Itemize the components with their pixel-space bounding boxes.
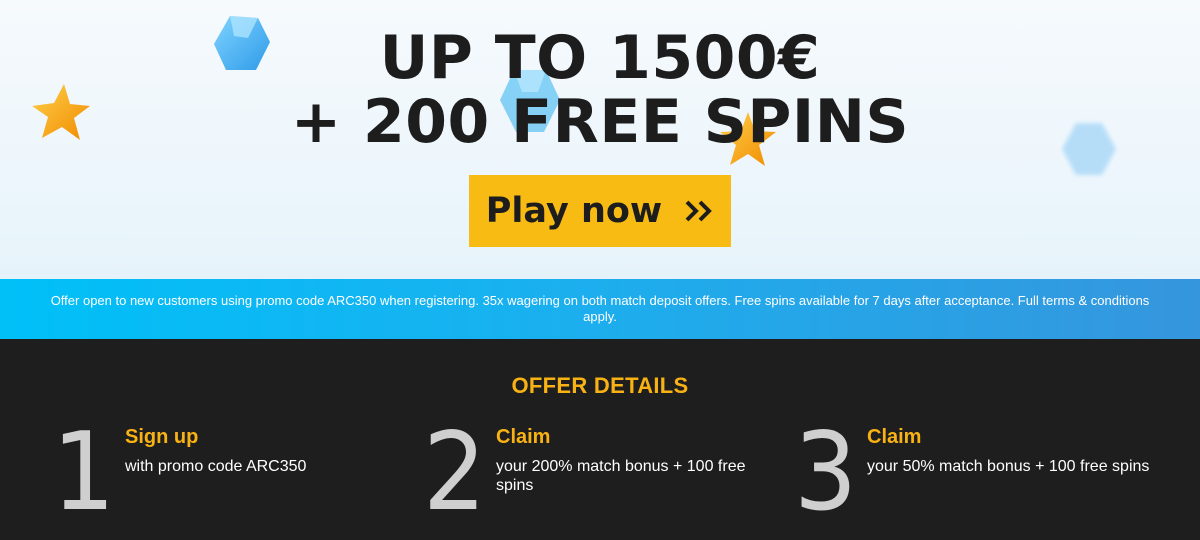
terms-text: Offer open to new customers using promo …	[50, 293, 1150, 324]
step-description: your 200% match bonus + 100 free spins	[496, 458, 746, 494]
offer-details-section: OFFER DETAILS 1 Sign up with promo code …	[0, 339, 1200, 540]
play-now-label: Play now	[485, 191, 663, 231]
play-now-button[interactable]: Play now	[469, 175, 731, 247]
step-number: 1	[52, 410, 116, 535]
step-title: Sign up	[125, 426, 199, 448]
promo-headline: UP TO 1500€ + 200 FREE SPINS	[0, 26, 1200, 154]
step-number: 3	[794, 410, 858, 535]
headline-line-2: + 200 FREE SPINS	[290, 87, 910, 157]
headline-line-1: UP TO 1500€	[379, 23, 821, 93]
double-chevron-right-icon	[685, 200, 713, 222]
step-number: 2	[423, 410, 487, 535]
step-description: your 50% match bonus + 100 free spins	[867, 458, 1150, 475]
offer-step: 1 Sign up with promo code ARC350	[52, 419, 412, 539]
offer-step: 2 Claim your 200% match bonus + 100 free…	[423, 419, 783, 539]
offer-step: 3 Claim your 50% match bonus + 100 free …	[794, 419, 1154, 539]
offer-details-title: OFFER DETAILS	[511, 373, 689, 398]
step-title: Claim	[496, 426, 551, 448]
step-title: Claim	[867, 426, 922, 448]
step-description: with promo code ARC350	[125, 458, 307, 475]
hero-banner: UP TO 1500€ + 200 FREE SPINS Play now	[0, 0, 1200, 279]
terms-banner: Offer open to new customers using promo …	[0, 279, 1200, 339]
